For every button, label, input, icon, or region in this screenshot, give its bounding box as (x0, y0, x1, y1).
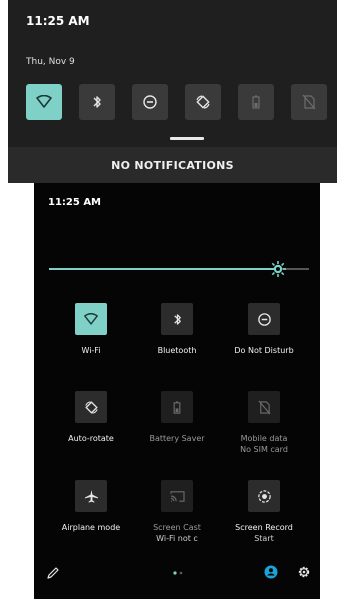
no-sim-icon (302, 94, 316, 110)
tile-label: Battery Saver (149, 434, 205, 443)
tile-screen-cast[interactable]: Screen Cast Wi-Fi not c (132, 480, 222, 544)
tile-label: Mobile data (240, 434, 288, 443)
tile-label: Wi-Fi (81, 346, 101, 355)
gear-icon[interactable] (297, 565, 311, 579)
airplane-tile-icon-box (75, 480, 107, 512)
record-tile-icon-box (248, 480, 280, 512)
dnd-tile-icon-box (248, 303, 280, 335)
tile-sublabel: Wi-Fi not c (156, 534, 198, 543)
brightness-fill (49, 268, 278, 270)
user-icon[interactable] (264, 565, 278, 579)
no-notifications-text: NO NOTIFICATIONS (111, 158, 234, 172)
battery-icon (252, 95, 260, 109)
tile-sublabel: No SIM card (240, 445, 288, 454)
shade-drag-handle[interactable] (170, 137, 204, 140)
no-sim-icon (258, 400, 270, 414)
airplane-icon (84, 489, 98, 503)
status-time: 11:25 AM (26, 14, 90, 28)
quick-tile-battery-saver[interactable] (238, 84, 274, 120)
tile-label: Airplane mode (61, 523, 121, 532)
tile-sublabel: Start (254, 534, 274, 543)
do-not-disturb-icon (143, 95, 157, 109)
battery-tile-icon-box (161, 391, 193, 423)
quick-tile-do-not-disturb[interactable] (132, 84, 168, 120)
wifi-icon (84, 312, 98, 325)
status-date: Thu, Nov 9 (26, 57, 75, 67)
tile-airplane-mode[interactable]: Airplane mode (46, 480, 136, 533)
wifi-icon (36, 95, 52, 108)
page-dots (173, 571, 183, 575)
do-not-disturb-icon (257, 312, 271, 326)
tile-bluetooth[interactable]: Bluetooth (132, 303, 222, 356)
auto-rotate-icon (196, 95, 210, 109)
tile-label: Screen Record (235, 523, 293, 532)
quick-tile-mobile-data[interactable] (291, 84, 327, 120)
cast-icon (169, 490, 185, 502)
tile-do-not-disturb[interactable]: Do Not Disturb (219, 303, 309, 356)
tile-label: Do Not Disturb (234, 346, 294, 355)
tile-battery-saver[interactable]: Battery Saver (132, 391, 222, 444)
wifi-tile-icon-box (75, 303, 107, 335)
brightness-thumb-icon[interactable] (268, 259, 288, 279)
mobile-data-tile-icon-box (248, 391, 280, 423)
tile-screen-record[interactable]: Screen Record Start (219, 480, 309, 544)
tile-mobile-data[interactable]: Mobile data No SIM card (219, 391, 309, 455)
notification-shade: 11:25 AM Thu, Nov 9 (8, 0, 337, 147)
quick-tile-wifi[interactable] (26, 84, 62, 120)
tile-label: Auto-rotate (68, 434, 114, 443)
bluetooth-tile-icon-box (161, 303, 193, 335)
brightness-slider[interactable] (49, 261, 309, 277)
record-icon (257, 489, 271, 503)
auto-rotate-icon (84, 400, 98, 414)
quick-settings-panel: 11:25 AM Wi-Fi Bluetooth Do Not Disturb … (34, 183, 320, 599)
no-notifications-banner: NO NOTIFICATIONS (8, 147, 337, 183)
quick-tile-bluetooth[interactable] (79, 84, 115, 120)
bluetooth-icon (173, 313, 181, 325)
bluetooth-icon (93, 96, 101, 108)
tile-label: Bluetooth (157, 346, 197, 355)
cast-tile-icon-box (161, 480, 193, 512)
pencil-icon[interactable] (46, 566, 60, 580)
tile-label: Screen Cast (153, 523, 201, 532)
qs-status-time: 11:25 AM (48, 197, 102, 208)
rotate-tile-icon-box (75, 391, 107, 423)
tile-auto-rotate[interactable]: Auto-rotate (46, 391, 136, 444)
battery-icon (173, 400, 181, 414)
tile-wifi[interactable]: Wi-Fi (46, 303, 136, 356)
quick-tile-auto-rotate[interactable] (185, 84, 221, 120)
